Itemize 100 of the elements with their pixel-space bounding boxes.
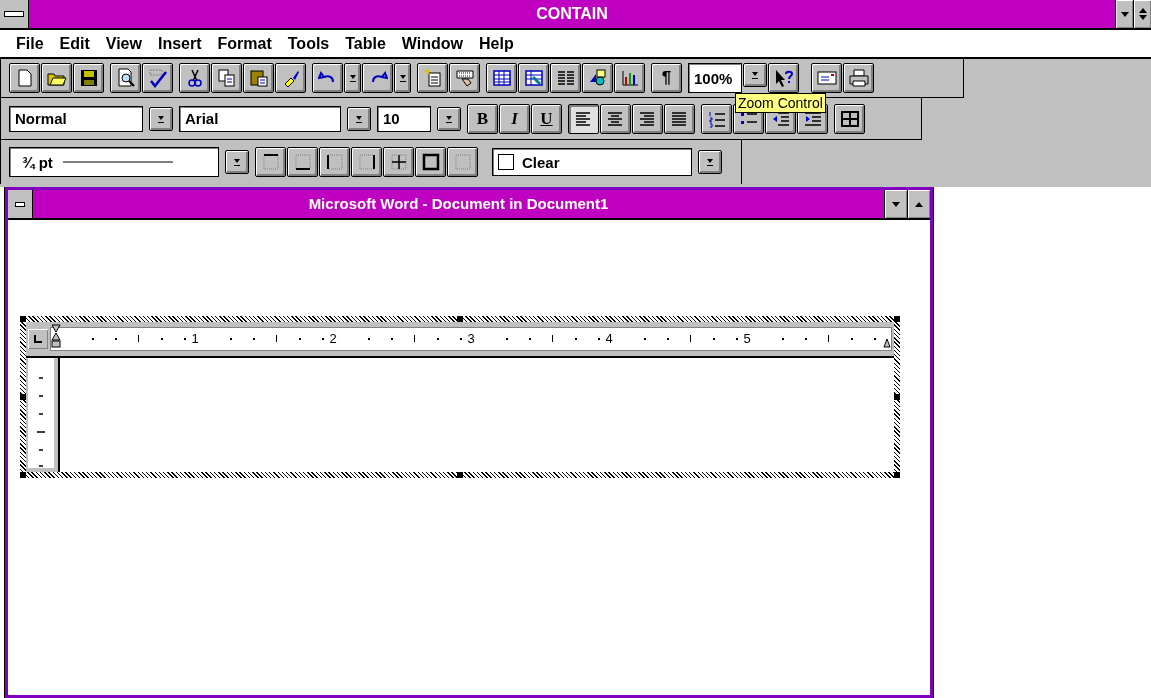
table-grid-button[interactable] [486,63,517,93]
inside-border-button[interactable] [383,147,414,177]
minimize-button[interactable] [884,190,907,218]
font-size-field[interactable]: 10 [377,105,431,132]
redo-button[interactable] [362,63,393,93]
printer-button[interactable] [843,63,874,93]
menu-item[interactable]: Window [393,34,472,53]
copy-icon [216,68,237,88]
redo-dropdown-button[interactable] [394,63,411,93]
keyboard-icon [454,68,475,88]
right-indent-marker-icon[interactable] [883,338,891,348]
scissors-button[interactable] [179,63,210,93]
outside-border-button[interactable] [415,147,446,177]
menu-item[interactable]: Insert [149,34,210,53]
bar-chart-button[interactable] [614,63,645,93]
align-left-button[interactable] [568,103,599,134]
menu-item[interactable]: Edit [51,34,98,53]
font-size-dropdown-button[interactable] [437,106,461,131]
indent-marker-icon[interactable] [51,324,61,350]
undo-button[interactable] [312,63,343,93]
envelope-icon [816,68,837,88]
up-triangle-icon [914,200,924,208]
resize-handle[interactable] [20,316,26,322]
resize-handle[interactable] [457,316,463,322]
bottom-border-button[interactable] [287,147,318,177]
zoom-dropdown-button[interactable] [743,63,767,87]
font-dropdown-button[interactable] [347,106,371,131]
help-button[interactable] [768,63,799,93]
ruler-number: 1 [190,330,200,348]
menu-item[interactable]: Format [209,34,280,53]
line-style-dropdown-button[interactable] [225,150,249,174]
ruler-number: 3 [466,330,476,348]
system-menu-button[interactable] [8,190,33,218]
shapes-button[interactable] [582,63,613,93]
left-border-button[interactable] [319,147,350,177]
resize-handle[interactable] [20,394,26,400]
menu-item[interactable]: View [97,34,150,53]
resize-handle[interactable] [457,472,463,478]
menu-item[interactable]: Table [337,34,394,53]
right-border-icon [356,152,377,172]
save-disk-button[interactable] [73,63,104,93]
resize-handle[interactable] [894,316,900,322]
italic-button[interactable]: I [499,103,530,134]
borders-toggle-button[interactable] [834,103,865,134]
copy-button[interactable] [211,63,242,93]
dropdown-arrow-icon [347,72,358,84]
menu-item[interactable]: Help [471,34,522,53]
spreadsheet-button[interactable] [518,63,549,93]
table-grid-icon [491,68,512,88]
object-frame[interactable]: 1 2 3 4 5 [20,316,900,478]
window-title: Microsoft Word - Document in Document1 [307,194,610,214]
print-preview-button[interactable] [110,63,141,93]
maximize-button[interactable] [907,190,930,218]
menu-item[interactable]: File [8,34,52,53]
shading-field[interactable]: Clear [492,148,692,176]
right-border-button[interactable] [351,147,382,177]
spell-check-button[interactable] [142,63,173,93]
autotext-button[interactable] [417,63,448,93]
outside-border-icon [420,152,441,172]
style-field[interactable]: Normal [9,105,143,132]
zoom-field[interactable]: 100% [688,63,742,93]
columns-icon [555,68,576,88]
shading-dropdown-button[interactable] [698,150,722,174]
paste-button[interactable] [243,63,274,93]
minimize-button[interactable] [1115,0,1133,28]
align-justify-button[interactable] [664,103,695,134]
inside-border-icon [388,152,409,172]
left-border-icon [324,152,345,172]
down-triangle-icon [1119,10,1130,18]
resize-handle[interactable] [20,472,26,478]
paintbrush-button[interactable] [275,63,306,93]
open-folder-button[interactable] [41,63,72,93]
show-formatting-button[interactable]: ¶ [651,63,682,93]
top-border-button[interactable] [255,147,286,177]
numbered-list-button[interactable] [701,103,732,134]
font-field[interactable]: Arial [179,105,341,132]
new-file-button[interactable] [9,63,40,93]
dropdown-arrow-icon [750,69,760,81]
envelope-button[interactable] [811,63,842,93]
resize-handle[interactable] [894,394,900,400]
no-border-button[interactable] [447,147,478,177]
ruler-number: 4 [604,330,614,348]
align-right-button[interactable] [632,103,663,134]
tooltip: Zoom Control [735,93,826,113]
undo-dropdown-button[interactable] [344,63,361,93]
columns-button[interactable] [550,63,581,93]
restore-button[interactable] [1133,0,1151,28]
tab-stop-icon [33,334,43,344]
keyboard-button[interactable] [449,63,480,93]
underline-button[interactable]: U [531,103,562,134]
system-menu-button[interactable] [0,0,29,28]
grid-icon [839,108,860,129]
align-center-button[interactable] [600,103,631,134]
line-style-field[interactable]: ¾ pt [9,147,219,177]
dropdown-arrow-icon [397,72,408,84]
tab-selector-button[interactable] [28,329,48,349]
resize-handle[interactable] [894,472,900,478]
menu-item[interactable]: Tools [279,34,338,53]
bold-button[interactable]: B [467,103,498,134]
style-dropdown-button[interactable] [149,106,173,131]
